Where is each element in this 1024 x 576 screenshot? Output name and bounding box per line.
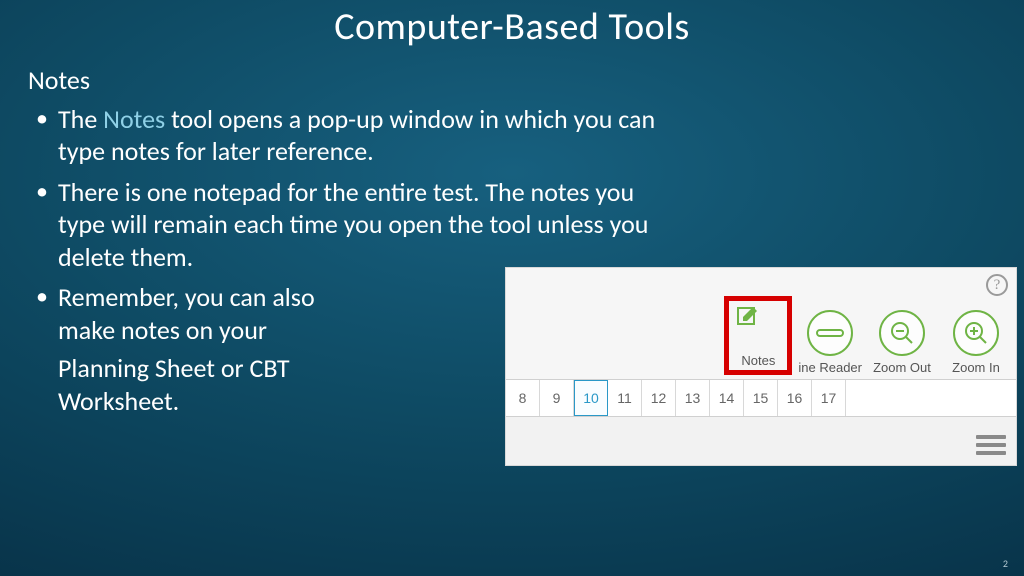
zoom-out-button[interactable] [879, 310, 925, 356]
question-nav-item[interactable]: 17 [812, 380, 846, 416]
toolbar-screenshot: ? Notes [506, 268, 1016, 465]
toolbar-top: ? Notes [506, 268, 1016, 380]
slide: Computer-Based Tools Notes The Notes too… [0, 0, 1024, 576]
bullet-2: There is one notepad for the entire test… [28, 176, 658, 274]
notes-tool-highlight: Notes [724, 296, 792, 375]
question-nav-item[interactable]: 15 [744, 380, 778, 416]
question-nav-item[interactable]: 8 [506, 380, 540, 416]
tool-buttons: Notes ine Reader [724, 296, 1010, 375]
zoom-in-tool[interactable]: Zoom In [942, 310, 1010, 375]
notes-icon [735, 305, 759, 329]
zoom-out-label: Zoom Out [868, 360, 936, 375]
zoom-in-label: Zoom In [942, 360, 1010, 375]
notes-tool-button[interactable] [735, 305, 781, 351]
toolbar-bottom [506, 417, 1016, 465]
question-nav-item[interactable]: 10 [574, 380, 608, 416]
question-nav-item[interactable]: 13 [676, 380, 710, 416]
line-reader-label: ine Reader [798, 360, 862, 375]
zoom-out-icon [889, 320, 915, 346]
accent-word: Notes [103, 103, 165, 135]
page-number: 2 [1003, 557, 1008, 570]
question-nav-item[interactable]: 9 [540, 380, 574, 416]
line-reader-icon [816, 327, 844, 339]
bullet-1: The Notes tool opens a pop-up window in … [28, 103, 658, 168]
zoom-out-tool[interactable]: Zoom Out [868, 310, 936, 375]
help-icon[interactable]: ? [986, 274, 1008, 296]
bullet-3-continuation: Planning Sheet or CBT Worksheet. [28, 352, 348, 417]
question-nav-item[interactable]: 11 [608, 380, 642, 416]
line-reader-tool[interactable]: ine Reader [798, 310, 862, 375]
question-nav-item[interactable]: 14 [710, 380, 744, 416]
question-nav-item[interactable]: 12 [642, 380, 676, 416]
line-reader-button[interactable] [807, 310, 853, 356]
slide-title: Computer-Based Tools [0, 0, 1024, 50]
zoom-in-button[interactable] [953, 310, 999, 356]
notes-tool-label: Notes [735, 353, 781, 368]
zoom-in-icon [963, 320, 989, 346]
question-nav-item[interactable]: 16 [778, 380, 812, 416]
menu-icon[interactable] [976, 435, 1006, 455]
section-heading: Notes [28, 64, 994, 97]
question-nav: 891011121314151617 [506, 380, 1016, 417]
bullet-3: Remember, you can also make notes on you… [28, 281, 348, 346]
